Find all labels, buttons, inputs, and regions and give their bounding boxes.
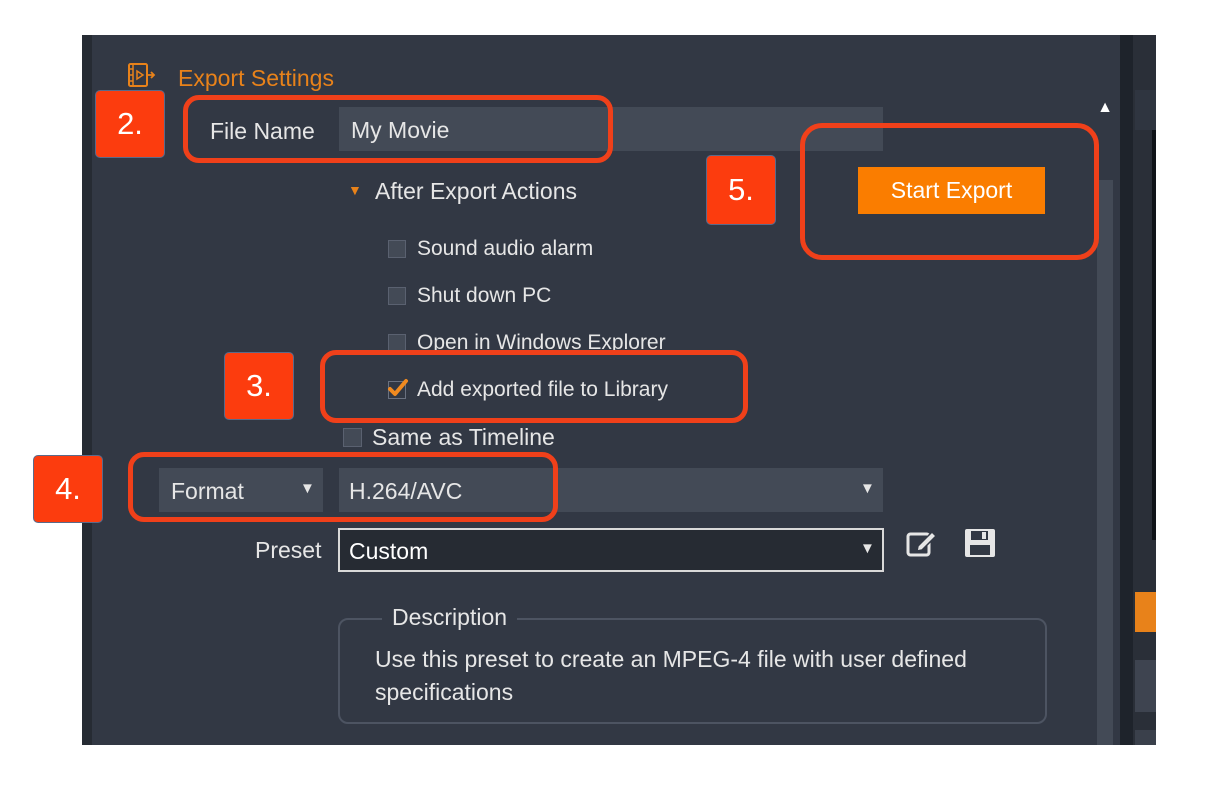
annotation-badge-2: 2. xyxy=(95,90,165,158)
expand-triangle-icon[interactable]: ▼ xyxy=(348,182,362,198)
shut-down-label: Shut down PC xyxy=(417,284,552,307)
preview-video xyxy=(1152,130,1156,540)
preset-dropdown-arrow-icon[interactable]: ▼ xyxy=(860,540,875,557)
sound-alarm-label: Sound audio alarm xyxy=(417,237,594,260)
preset-dropdown[interactable]: Custom xyxy=(338,528,884,572)
description-text: Use this preset to create an MPEG-4 file… xyxy=(375,646,967,705)
sound-alarm-checkbox[interactable] xyxy=(388,240,406,258)
panel-title: Export Settings xyxy=(178,65,334,91)
same-as-timeline-label: Same as Timeline xyxy=(372,424,555,450)
timeline-control-lower xyxy=(1135,730,1156,745)
highlight-format xyxy=(128,452,558,522)
timeline-control[interactable] xyxy=(1135,660,1156,712)
highlight-add-to-library xyxy=(320,350,748,423)
scrollbar-thumb[interactable] xyxy=(1097,180,1113,745)
shut-down-checkbox[interactable] xyxy=(388,287,406,305)
scroll-up-arrow-icon[interactable]: ▲ xyxy=(1096,98,1114,118)
description-legend: Description xyxy=(382,604,518,631)
annotation-badge-5: 5. xyxy=(706,155,776,225)
codec-dropdown-arrow-icon[interactable]: ▼ xyxy=(860,480,875,497)
export-film-icon xyxy=(128,63,156,87)
edit-preset-icon[interactable] xyxy=(905,527,939,559)
preview-thumb xyxy=(1135,90,1156,130)
same-as-timeline-checkbox[interactable] xyxy=(343,428,362,447)
annotation-badge-3: 3. xyxy=(224,352,294,420)
highlight-start-export xyxy=(800,123,1099,260)
timeline-marker[interactable] xyxy=(1135,592,1156,632)
preset-label: Preset xyxy=(255,537,322,563)
after-export-actions-toggle[interactable]: After Export Actions xyxy=(375,178,577,205)
save-preset-icon[interactable] xyxy=(964,528,996,558)
highlight-file-name xyxy=(183,95,613,163)
panel-left-edge xyxy=(82,35,92,745)
annotation-badge-4: 4. xyxy=(33,455,103,523)
